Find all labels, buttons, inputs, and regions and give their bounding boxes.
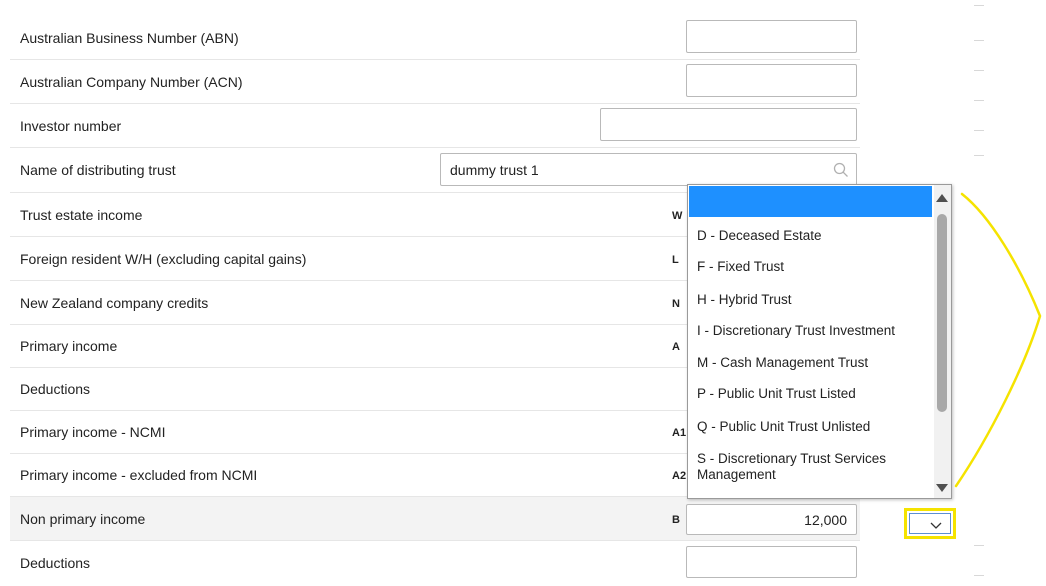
row-label: Australian Company Number (ACN) [20, 74, 243, 90]
divider [974, 5, 984, 6]
divider [974, 100, 984, 101]
scrollbar-thumb[interactable] [937, 214, 947, 412]
row-label: New Zealand company credits [20, 295, 209, 311]
field-code: A1 [672, 427, 687, 439]
dropdown-option-discretionary-investment[interactable]: I - Discretionary Trust Investment [689, 323, 932, 339]
row-label: Primary income - NCMI [20, 424, 166, 440]
row-label: Primary income [20, 338, 118, 354]
non-primary-income-input[interactable] [686, 504, 857, 535]
dropdown-option-public-unit-listed[interactable]: P - Public Unit Trust Listed [689, 386, 932, 402]
annotation-highlight-box [904, 508, 956, 539]
trust-name-search-input[interactable] [440, 153, 857, 186]
dropdown-option-hybrid-trust[interactable]: H - Hybrid Trust [689, 292, 932, 308]
divider [974, 545, 984, 546]
dropdown-option-empty[interactable] [689, 186, 932, 217]
trust-type-select[interactable] [909, 513, 951, 534]
divider [974, 155, 984, 156]
acn-input[interactable] [686, 64, 857, 97]
field-code: W [672, 210, 683, 222]
chevron-down-icon[interactable] [930, 521, 942, 531]
row-label: Primary income - excluded from NCMI [20, 467, 258, 483]
dropdown-option-fixed-trust[interactable]: F - Fixed Trust [689, 259, 932, 275]
dropdown-option-public-unit-unlisted[interactable]: Q - Public Unit Trust Unlisted [689, 419, 932, 435]
scroll-up-arrow-icon[interactable] [936, 194, 948, 202]
abn-input[interactable] [686, 20, 857, 53]
field-code: A [672, 341, 680, 353]
annotation-bracket [954, 192, 1042, 488]
row-label: Deductions [20, 381, 91, 397]
divider [974, 130, 984, 131]
trust-type-dropdown-list[interactable]: D - Deceased Estate F - Fixed Trust H - … [687, 184, 952, 499]
field-code: L [672, 254, 679, 266]
investor-number-input[interactable] [600, 108, 857, 141]
dropdown-scrollbar[interactable] [934, 185, 951, 498]
field-code: N [672, 298, 680, 310]
row-label: Investor number [20, 118, 122, 134]
row-label: Trust estate income [20, 207, 143, 223]
row-label: Foreign resident W/H (excluding capital … [20, 251, 307, 267]
dropdown-option-discretionary-services[interactable]: S - Discretionary Trust Services Managem… [689, 451, 924, 483]
divider [974, 70, 984, 71]
divider [974, 40, 984, 41]
field-code: A2 [672, 470, 687, 482]
divider [974, 575, 984, 576]
deductions-input[interactable] [686, 546, 857, 578]
row-label: Non primary income [20, 511, 146, 527]
row-label: Name of distributing trust [20, 162, 176, 178]
row-label: Deductions [20, 555, 91, 571]
field-code: B [672, 514, 680, 526]
search-icon[interactable] [833, 162, 849, 178]
scroll-down-arrow-icon[interactable] [936, 484, 948, 492]
dropdown-option-cash-management[interactable]: M - Cash Management Trust [689, 355, 932, 371]
dropdown-option-deceased-estate[interactable]: D - Deceased Estate [689, 228, 932, 244]
row-label: Australian Business Number (ABN) [20, 30, 239, 46]
